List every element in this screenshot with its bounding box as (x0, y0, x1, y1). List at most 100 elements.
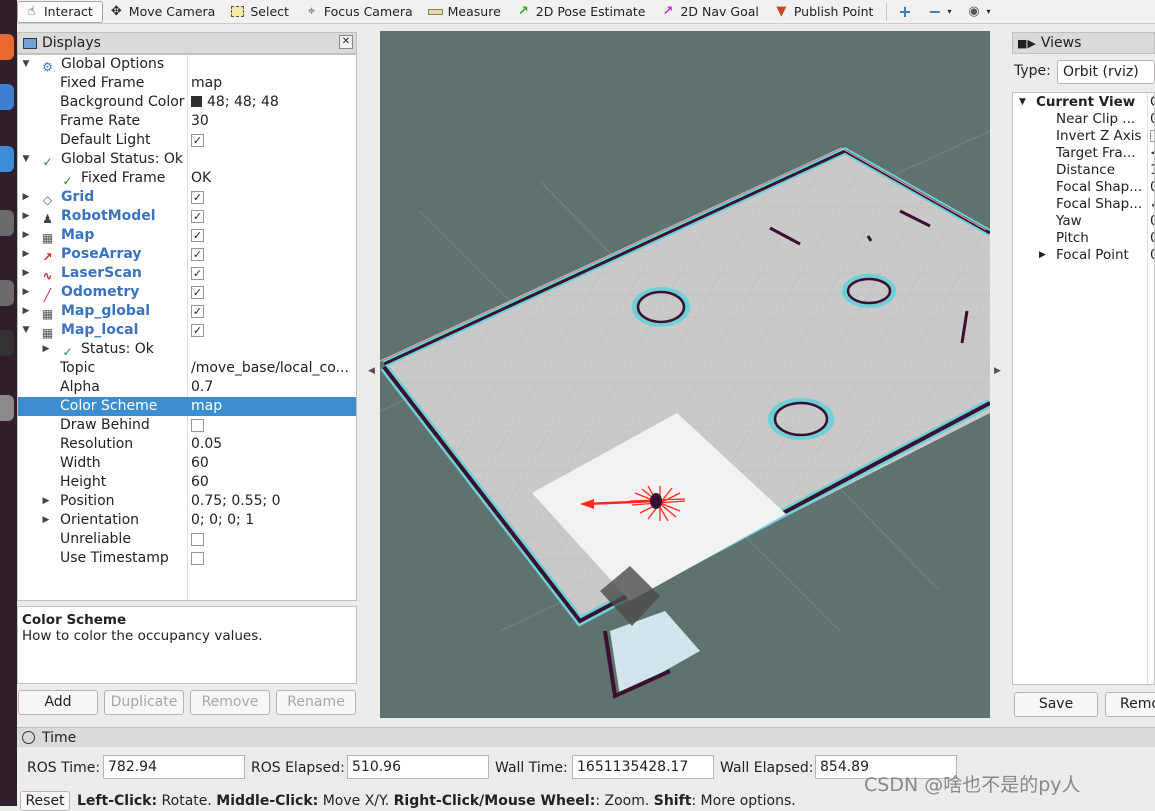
tool-publish-point[interactable]: ▼ Publish Point (768, 1, 883, 23)
tree-row-map-local[interactable]: ▼ ▦ Map_local ✓ (18, 321, 356, 340)
checkbox[interactable] (1150, 130, 1154, 142)
expand-right-icon[interactable]: ▶ (21, 283, 31, 302)
expand-right-icon[interactable]: ▶ (21, 207, 31, 226)
expand-right-icon[interactable]: ▶ (21, 302, 31, 321)
checkbox[interactable]: ✓ (191, 267, 204, 280)
expand-down-icon[interactable]: ▼ (21, 55, 31, 74)
remove-view-button[interactable]: Remo (1105, 692, 1155, 717)
app-launcher-icon[interactable] (0, 210, 14, 236)
tree-row-map-global[interactable]: ▶ ▦ Map_global ✓ (18, 302, 356, 321)
3d-render-viewport[interactable] (380, 31, 990, 718)
tree-row-frame-rate[interactable]: Frame Rate 30 (18, 112, 356, 131)
tree-row-odometry[interactable]: ▶ ╱ Odometry ✓ (18, 283, 356, 302)
tool-2d-nav-goal[interactable]: ↗ 2D Nav Goal (654, 1, 767, 23)
checkbox[interactable]: ✓ (191, 191, 204, 204)
app-launcher-icon[interactable] (0, 146, 14, 172)
save-view-button[interactable]: Save (1014, 692, 1098, 717)
collapse-right-icon[interactable]: ▶ (994, 366, 1001, 376)
view-row-pitch[interactable]: Pitch0 (1013, 230, 1154, 247)
tree-row-global-options[interactable]: ▼ ⚙ Global Options (18, 55, 356, 74)
tree-row-height[interactable]: Height 60 (18, 473, 356, 492)
expand-right-icon[interactable]: ▶ (21, 226, 31, 245)
view-row-distance[interactable]: Distance1 (1013, 162, 1154, 179)
checkbox[interactable]: ✓ (191, 210, 204, 223)
ros-elapsed-field[interactable]: 510.96 (347, 755, 489, 779)
view-row-target-frame[interactable]: Target Fra...< (1013, 145, 1154, 162)
expand-right-icon[interactable]: ▶ (21, 188, 31, 207)
expand-right-icon[interactable]: ▶ (41, 340, 51, 359)
view-row-focal-shape-fixed[interactable]: Focal Shap...✓ (1013, 196, 1154, 213)
tree-row-width[interactable]: Width 60 (18, 454, 356, 473)
checkbox[interactable]: ✓ (191, 324, 204, 337)
remove-tool-button[interactable]: − ▾ (921, 1, 960, 23)
checkbox[interactable]: ✓ (191, 229, 204, 242)
tree-row-topic[interactable]: Topic/move_base/local_co... (18, 359, 356, 378)
remove-button[interactable]: Remove (190, 690, 270, 715)
tree-row-grid[interactable]: ▶ ◇ Grid ✓ (18, 188, 356, 207)
expand-down-icon[interactable]: ▼ (21, 321, 31, 340)
expand-down-icon[interactable]: ▼ (1019, 94, 1026, 111)
add-tool-button[interactable]: + (891, 1, 921, 23)
tree-row-map[interactable]: ▶ ▦ Map ✓ (18, 226, 356, 245)
tool-interact[interactable]: ☝ Interact (17, 0, 103, 23)
view-row-near-clip[interactable]: Near Clip ...0 (1013, 111, 1154, 128)
tree-row-global-status[interactable]: ▼ ✓ Global Status: Ok (18, 150, 356, 169)
tree-row-fixed-frame[interactable]: Fixed Frame map (18, 74, 356, 93)
checkbox[interactable]: ✓ (191, 134, 204, 147)
expand-right-icon[interactable]: ▶ (41, 492, 51, 511)
tool-select[interactable]: Select (224, 1, 298, 23)
tree-row-fixed-frame-status[interactable]: ✓ Fixed Frame OK (18, 169, 356, 188)
app-launcher-icon[interactable] (0, 395, 14, 421)
tree-row-draw-behind[interactable]: Draw Behind (18, 416, 356, 435)
tool-move-camera[interactable]: ✥ Move Camera (103, 1, 225, 23)
view-row-invert-z[interactable]: Invert Z Axis (1013, 128, 1154, 145)
tree-row-orientation[interactable]: ▶ Orientation 0; 0; 0; 1 (18, 511, 356, 530)
view-options-button[interactable]: ◉ ▾ (960, 1, 999, 23)
tree-row-background-color[interactable]: Background Color 48; 48; 48 (18, 93, 356, 112)
tree-row-laserscan[interactable]: ▶ ∿ LaserScan ✓ (18, 264, 356, 283)
tree-row-unreliable[interactable]: Unreliable (18, 530, 356, 549)
reset-button[interactable]: Reset (20, 791, 70, 811)
checkbox[interactable]: ✓ (191, 248, 204, 261)
app-launcher-icon[interactable] (0, 34, 14, 60)
tree-row-status-ok[interactable]: ▶ ✓ Status: Ok (18, 340, 356, 359)
tool-2d-pose-estimate[interactable]: ↗ 2D Pose Estimate (510, 1, 655, 23)
close-icon[interactable]: ✕ (339, 35, 353, 49)
wall-time-field[interactable]: 1651135428.17 (572, 755, 714, 779)
expand-right-icon[interactable]: ▶ (1039, 247, 1046, 264)
app-launcher-icon[interactable] (0, 280, 14, 306)
tool-measure[interactable]: Measure (422, 1, 510, 23)
view-type-select[interactable]: Orbit (rviz) (1057, 60, 1155, 84)
tree-row-default-light[interactable]: Default Light ✓ (18, 131, 356, 150)
tree-row-posearray[interactable]: ▶ ↗ PoseArray ✓ (18, 245, 356, 264)
app-launcher-icon[interactable] (0, 84, 14, 110)
checkbox[interactable] (191, 533, 204, 546)
checkbox[interactable]: ✓ (191, 305, 204, 318)
app-launcher-icon[interactable] (0, 330, 14, 356)
tree-row-use-timestamp[interactable]: Use Timestamp (18, 549, 356, 568)
tree-row-robotmodel[interactable]: ▶ ♟ RobotModel ✓ (18, 207, 356, 226)
tree-row-resolution[interactable]: Resolution 0.05 (18, 435, 356, 454)
view-row-current-view[interactable]: ▼Current ViewO (1013, 94, 1154, 111)
checkbox[interactable] (191, 419, 204, 432)
rename-button[interactable]: Rename (276, 690, 356, 715)
ros-time-field[interactable]: 782.94 (103, 755, 245, 779)
collapse-left-icon[interactable]: ◀ (368, 366, 375, 376)
tool-focus-camera[interactable]: ⌖ Focus Camera (298, 1, 422, 23)
checkbox[interactable]: ✓ (191, 286, 204, 299)
background-color-value[interactable]: 48; 48; 48 (191, 93, 353, 112)
view-row-focal-point[interactable]: ▶Focal Point0 (1013, 247, 1154, 264)
expand-right-icon[interactable]: ▶ (41, 511, 51, 530)
expand-down-icon[interactable]: ▼ (21, 150, 31, 169)
expand-right-icon[interactable]: ▶ (21, 264, 31, 283)
checkbox[interactable] (191, 552, 204, 565)
add-button[interactable]: Add (18, 690, 98, 715)
duplicate-button[interactable]: Duplicate (104, 690, 184, 715)
view-row-yaw[interactable]: Yaw0 (1013, 213, 1154, 230)
corridor (610, 611, 700, 696)
tree-row-alpha[interactable]: Alpha 0.7 (18, 378, 356, 397)
tree-row-position[interactable]: ▶ Position 0.75; 0.55; 0 (18, 492, 356, 511)
tree-row-color-scheme[interactable]: Color Scheme map (18, 397, 356, 416)
view-row-focal-shape-size[interactable]: Focal Shap...0 (1013, 179, 1154, 196)
expand-right-icon[interactable]: ▶ (21, 245, 31, 264)
